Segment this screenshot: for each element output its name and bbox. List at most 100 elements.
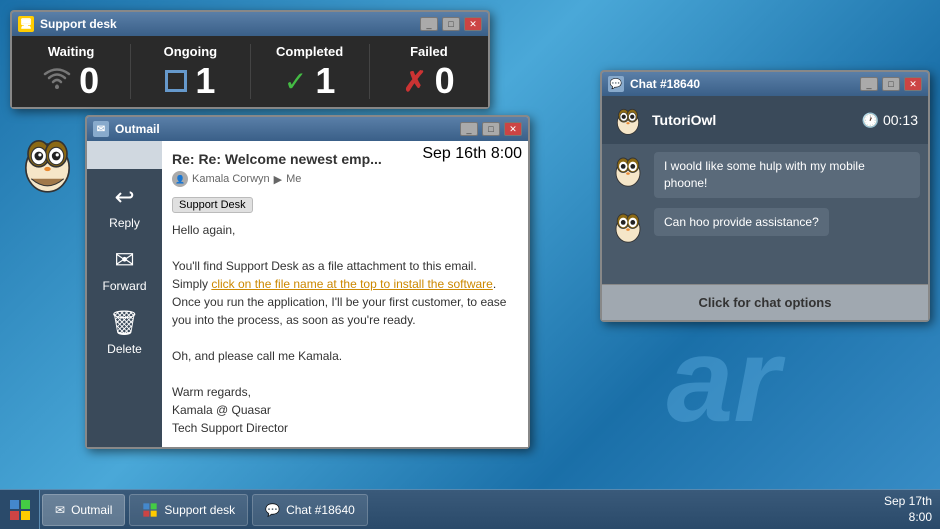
outmail-icon: ✉: [93, 121, 109, 137]
forward-icon: ✉: [114, 246, 134, 275]
support-stats: Waiting 0 Ongoing 1: [12, 36, 488, 107]
taskbar-start[interactable]: [0, 490, 40, 529]
taskbar-chat-label: Chat #18640: [286, 503, 355, 517]
taskbar-time: 8:00: [884, 510, 932, 526]
outmail-close-button[interactable]: ✕: [504, 122, 522, 136]
taskbar-support-desk[interactable]: Support desk: [129, 494, 248, 526]
chat-message-1-avatar: [610, 152, 646, 188]
email-content: Re: Re: Welcome newest emp... 👤 Kamala C…: [162, 141, 528, 447]
titlebar-controls: _ □ ✕: [420, 17, 482, 31]
stat-ongoing-row: 1: [165, 63, 215, 99]
email-date-text: Sep 16th 8:00: [422, 145, 522, 162]
stat-failed: Failed ✗ 0: [370, 44, 488, 99]
outmail-minimize-button[interactable]: _: [460, 122, 478, 136]
chat-timer-value: 00:13: [883, 112, 918, 128]
support-desk-titlebar: 🖥 Support desk _ □ ✕: [12, 12, 488, 36]
close-button[interactable]: ✕: [464, 17, 482, 31]
chat-bubble-2: Can hoo provide assistance?: [654, 208, 829, 237]
stat-waiting: Waiting 0: [12, 44, 131, 99]
email-meta: 👤 Kamala Corwyn ▶ Me: [172, 171, 518, 187]
minimize-button[interactable]: _: [420, 17, 438, 31]
stat-waiting-number: 0: [79, 63, 99, 99]
stat-completed-label: Completed: [276, 44, 343, 59]
stat-waiting-row: 0: [43, 63, 99, 99]
taskbar-chat-icon: 💬: [265, 503, 280, 517]
chat-window: 💬 Chat #18640 _ □ ✕ TutoriOwl 🕐 00: [600, 70, 930, 322]
taskbar-outmail[interactable]: ✉ Outmail: [42, 494, 125, 526]
chat-controls: _ □ ✕: [860, 77, 922, 91]
outmail-window: ✉ Outmail _ □ ✕ ↩ Reply ✉ Forward 🗑 Dele: [85, 115, 530, 449]
support-avatar: [15, 130, 80, 195]
email-line-7: Tech Support Director: [172, 419, 518, 437]
stat-ongoing-label: Ongoing: [164, 44, 217, 59]
email-line-6: Kamala @ Quasar: [172, 401, 518, 419]
tag-text: Support Desk: [172, 197, 253, 213]
chat-restore-button[interactable]: □: [882, 77, 900, 91]
chat-user-avatar: [612, 104, 644, 136]
chat-titlebar-left: 💬 Chat #18640: [608, 76, 700, 92]
chat-options-button[interactable]: Click for chat options: [602, 284, 928, 320]
email-line-2: You'll find Support Desk as a file attac…: [172, 257, 518, 275]
delete-icon: 🗑: [109, 309, 139, 338]
chat-message-1: I woold like some hulp with my mobile ph…: [610, 152, 920, 198]
support-desk-title: Support desk: [40, 17, 117, 31]
check-icon: ✓: [284, 65, 307, 98]
stat-completed-row: ✓ 1: [284, 63, 336, 99]
email-body: Hello again, You'll find Support Desk as…: [172, 221, 518, 437]
restore-button[interactable]: □: [442, 17, 460, 31]
chat-minimize-button[interactable]: _: [860, 77, 878, 91]
outmail-titlebar-left: ✉ Outmail: [93, 121, 160, 137]
forward-action[interactable]: ✉ Forward: [87, 240, 162, 299]
taskbar-outmail-icon: ✉: [55, 503, 65, 517]
reply-action[interactable]: ↩ Reply: [87, 177, 162, 236]
email-line-5: Warm regards,: [172, 383, 518, 401]
taskbar-clock: Sep 17th 8:00: [884, 494, 932, 525]
taskbar-chat[interactable]: 💬 Chat #18640: [252, 494, 368, 526]
stat-ongoing: Ongoing 1: [131, 44, 250, 99]
outmail-title: Outmail: [115, 122, 160, 136]
taskbar: ✉ Outmail Support desk 💬 Chat #18640 Sep…: [0, 489, 940, 529]
chat-close-button[interactable]: ✕: [904, 77, 922, 91]
clock-icon: 🕐: [862, 112, 879, 129]
stat-failed-row: ✗ 0: [403, 63, 455, 99]
sender-avatar: 👤: [172, 171, 188, 187]
support-desk-window: 🖥 Support desk _ □ ✕ Waiting: [10, 10, 490, 109]
stat-completed-number: 1: [315, 63, 335, 99]
email-line-3: Simply click on the file name at the top…: [172, 275, 518, 329]
stat-completed: Completed ✓ 1: [251, 44, 370, 99]
outmail-sidebar: ↩ Reply ✉ Forward 🗑 Delete: [87, 169, 162, 447]
email-date: Sep 16th 8:00: [422, 145, 522, 163]
email-to-arrow: ▶: [274, 173, 282, 186]
delete-action[interactable]: 🗑 Delete: [87, 303, 162, 362]
chat-message-2-avatar: [610, 208, 646, 244]
square-icon: [165, 70, 187, 92]
x-icon: ✗: [403, 65, 426, 98]
chat-titlebar: 💬 Chat #18640 _ □ ✕: [602, 72, 928, 96]
outmail-titlebar: ✉ Outmail _ □ ✕: [87, 117, 528, 141]
chat-icon: 💬: [608, 76, 624, 92]
wifi-icon: [43, 65, 71, 97]
chat-header: TutoriOwl 🕐 00:13: [602, 96, 928, 144]
taskbar-support-icon: [142, 502, 158, 518]
outmail-body: ↩ Reply ✉ Forward 🗑 Delete Re: Re: Welco…: [87, 141, 528, 447]
taskbar-date: Sep 17th: [884, 494, 932, 510]
chat-title: Chat #18640: [630, 77, 700, 91]
reply-label: Reply: [109, 216, 140, 230]
support-desk-tag: Support Desk: [172, 195, 518, 221]
chat-messages: I woold like some hulp with my mobile ph…: [602, 144, 928, 284]
email-highlight: click on the file name at the top to ins…: [211, 277, 492, 291]
taskbar-outmail-label: Outmail: [71, 503, 112, 517]
outmail-controls: _ □ ✕: [460, 122, 522, 136]
titlebar-left: 🖥 Support desk: [18, 16, 117, 32]
taskbar-support-desk-label: Support desk: [164, 503, 235, 517]
email-from: Kamala Corwyn: [192, 173, 270, 185]
start-icon: [8, 498, 32, 522]
forward-label: Forward: [102, 279, 146, 293]
chat-bubble-1: I woold like some hulp with my mobile ph…: [654, 152, 920, 198]
stat-waiting-label: Waiting: [48, 44, 94, 59]
stat-failed-number: 0: [435, 63, 455, 99]
email-to: Me: [286, 173, 301, 185]
chat-timer: 🕐 00:13: [862, 112, 918, 129]
email-line-1: Hello again,: [172, 221, 518, 239]
outmail-restore-button[interactable]: □: [482, 122, 500, 136]
